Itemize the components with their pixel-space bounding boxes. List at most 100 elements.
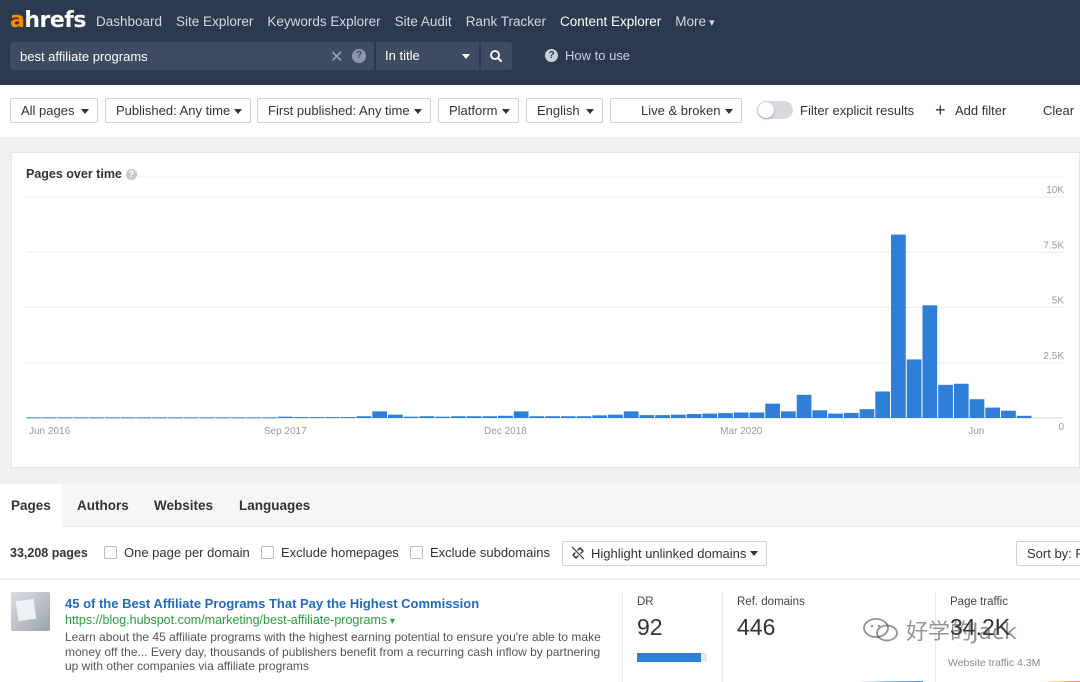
top-navigation-bar: ahrefs Dashboard Site Explorer Keywords … bbox=[0, 0, 1080, 85]
chart-bar bbox=[608, 414, 623, 418]
ahrefs-logo[interactable]: ahrefs bbox=[10, 8, 86, 33]
dr-label: DR bbox=[637, 596, 654, 608]
add-filter-button[interactable]: Add filter bbox=[955, 103, 1006, 118]
chart-bar bbox=[215, 417, 230, 419]
nav-dashboard[interactable]: Dashboard bbox=[96, 14, 162, 29]
x-tick-label: Sep 2017 bbox=[264, 426, 307, 437]
language-dropdown[interactable]: English bbox=[526, 98, 603, 123]
nav-rank-tracker[interactable]: Rank Tracker bbox=[466, 14, 546, 29]
highlight-unlinked-dropdown[interactable]: Highlight unlinked domains bbox=[562, 541, 767, 566]
one-page-per-domain-label[interactable]: One page per domain bbox=[124, 545, 250, 560]
tab-pages[interactable]: Pages bbox=[0, 484, 62, 527]
results-tabs: Pages Authors Websites Languages bbox=[0, 484, 1080, 527]
chart-bar bbox=[262, 417, 277, 419]
x-tick-label: Jun 2016 bbox=[29, 426, 71, 437]
chart-bar bbox=[57, 417, 73, 419]
chart-bar bbox=[843, 412, 859, 418]
chart-bar bbox=[419, 416, 435, 418]
result-url-link[interactable]: https://blog.hubspot.com/marketing/best-… bbox=[65, 613, 395, 627]
chart-bar bbox=[325, 417, 340, 419]
chart-help-icon[interactable]: ? bbox=[125, 169, 137, 180]
chart-bar bbox=[293, 417, 309, 419]
chart-bar bbox=[105, 417, 120, 419]
results-toolbar: 33,208 pages One page per domain Exclude… bbox=[0, 527, 1080, 579]
nav-content-explorer[interactable]: Content Explorer bbox=[560, 14, 661, 29]
result-description: Learn about the 45 affiliate programs wi… bbox=[65, 630, 601, 673]
chart-bar bbox=[985, 407, 1001, 418]
chart-bar bbox=[875, 391, 891, 418]
wechat-icon bbox=[863, 618, 898, 642]
chart-bar bbox=[435, 416, 450, 418]
y-tick-label: 2.5K bbox=[1043, 351, 1064, 362]
page-thumbnail[interactable] bbox=[11, 592, 50, 631]
search-icon bbox=[490, 50, 502, 62]
chart-bar bbox=[278, 416, 293, 418]
chart-bar bbox=[702, 413, 718, 418]
one-page-per-domain-checkbox[interactable] bbox=[104, 546, 117, 559]
tab-authors[interactable]: Authors bbox=[66, 484, 140, 527]
clear-filters-button[interactable]: Clear bbox=[1043, 103, 1074, 118]
exclude-homepages-checkbox[interactable] bbox=[261, 546, 274, 559]
search-input[interactable] bbox=[10, 42, 320, 70]
chart-bar bbox=[372, 411, 388, 418]
chart-bar bbox=[42, 417, 57, 419]
chart-bar bbox=[969, 399, 985, 418]
chart-bar bbox=[340, 417, 356, 419]
exclude-subdomains-checkbox[interactable] bbox=[410, 546, 423, 559]
x-tick-label: Dec 2018 bbox=[484, 426, 527, 437]
exclude-subdomains-label[interactable]: Exclude subdomains bbox=[430, 545, 550, 560]
explicit-filter-label: Filter explicit results bbox=[800, 103, 915, 118]
nav-keywords-explorer[interactable]: Keywords Explorer bbox=[267, 14, 380, 29]
chart-bar bbox=[576, 416, 592, 418]
chart-bar bbox=[246, 417, 262, 419]
y-tick-label: 0 bbox=[1058, 422, 1064, 433]
ref-domains-label: Ref. domains bbox=[737, 596, 805, 608]
chart-bar bbox=[152, 417, 167, 419]
explicit-filter-toggle[interactable] bbox=[757, 101, 793, 119]
chart-bar bbox=[450, 416, 466, 418]
x-tick-label: Mar 2020 bbox=[720, 426, 763, 437]
chart-bar bbox=[356, 416, 372, 418]
platform-dropdown[interactable]: Platform bbox=[438, 98, 519, 123]
y-tick-label: 10K bbox=[1046, 185, 1064, 196]
clear-search-icon[interactable]: ✕ bbox=[330, 47, 343, 67]
chart-bar bbox=[891, 234, 906, 418]
nav-site-audit[interactable]: Site Audit bbox=[395, 14, 452, 29]
plus-icon[interactable]: + bbox=[935, 101, 946, 119]
result-title-link[interactable]: 45 of the Best Affiliate Programs That P… bbox=[65, 596, 479, 611]
first-published-dropdown[interactable]: First published: Any time bbox=[257, 98, 431, 123]
chart-bar bbox=[513, 411, 529, 418]
chart-bar bbox=[623, 411, 639, 418]
chart-bar bbox=[749, 412, 765, 418]
search-button[interactable] bbox=[481, 42, 512, 70]
chart-bar bbox=[938, 384, 953, 418]
dr-bar bbox=[637, 653, 707, 662]
live-broken-dropdown[interactable]: Live & broken bbox=[610, 98, 742, 123]
chart-bar bbox=[781, 411, 796, 418]
all-pages-dropdown[interactable]: All pages bbox=[10, 98, 98, 123]
search-mode-select[interactable]: In title bbox=[376, 42, 479, 70]
sort-by-dropdown[interactable]: Sort by: P bbox=[1016, 541, 1080, 566]
tab-websites[interactable]: Websites bbox=[143, 484, 224, 527]
nav-more[interactable]: More bbox=[675, 14, 714, 29]
chart-bar bbox=[828, 413, 843, 418]
highlight-unlinked-label: Highlight unlinked domains bbox=[591, 546, 747, 561]
chart-bar bbox=[670, 414, 686, 418]
chart-bar bbox=[120, 417, 136, 419]
published-dropdown[interactable]: Published: Any time bbox=[105, 98, 251, 123]
chart-bar bbox=[388, 414, 403, 418]
chart-bar bbox=[199, 417, 215, 419]
dr-bar-fill bbox=[637, 653, 702, 662]
exclude-homepages-label[interactable]: Exclude homepages bbox=[281, 545, 399, 560]
search-box: ✕ ? bbox=[10, 42, 374, 70]
chart-bar bbox=[953, 383, 969, 418]
wechat-watermark: 好学的Jack bbox=[862, 614, 1017, 646]
tab-languages[interactable]: Languages bbox=[228, 484, 321, 527]
chart-bar bbox=[466, 416, 482, 418]
chart-bar bbox=[1016, 415, 1032, 418]
chart-bar bbox=[796, 394, 812, 418]
search-help-icon[interactable]: ? bbox=[352, 49, 366, 63]
help-circle-icon: ? bbox=[545, 49, 558, 62]
how-to-use-link[interactable]: ? How to use bbox=[545, 48, 630, 63]
nav-site-explorer[interactable]: Site Explorer bbox=[176, 14, 253, 29]
